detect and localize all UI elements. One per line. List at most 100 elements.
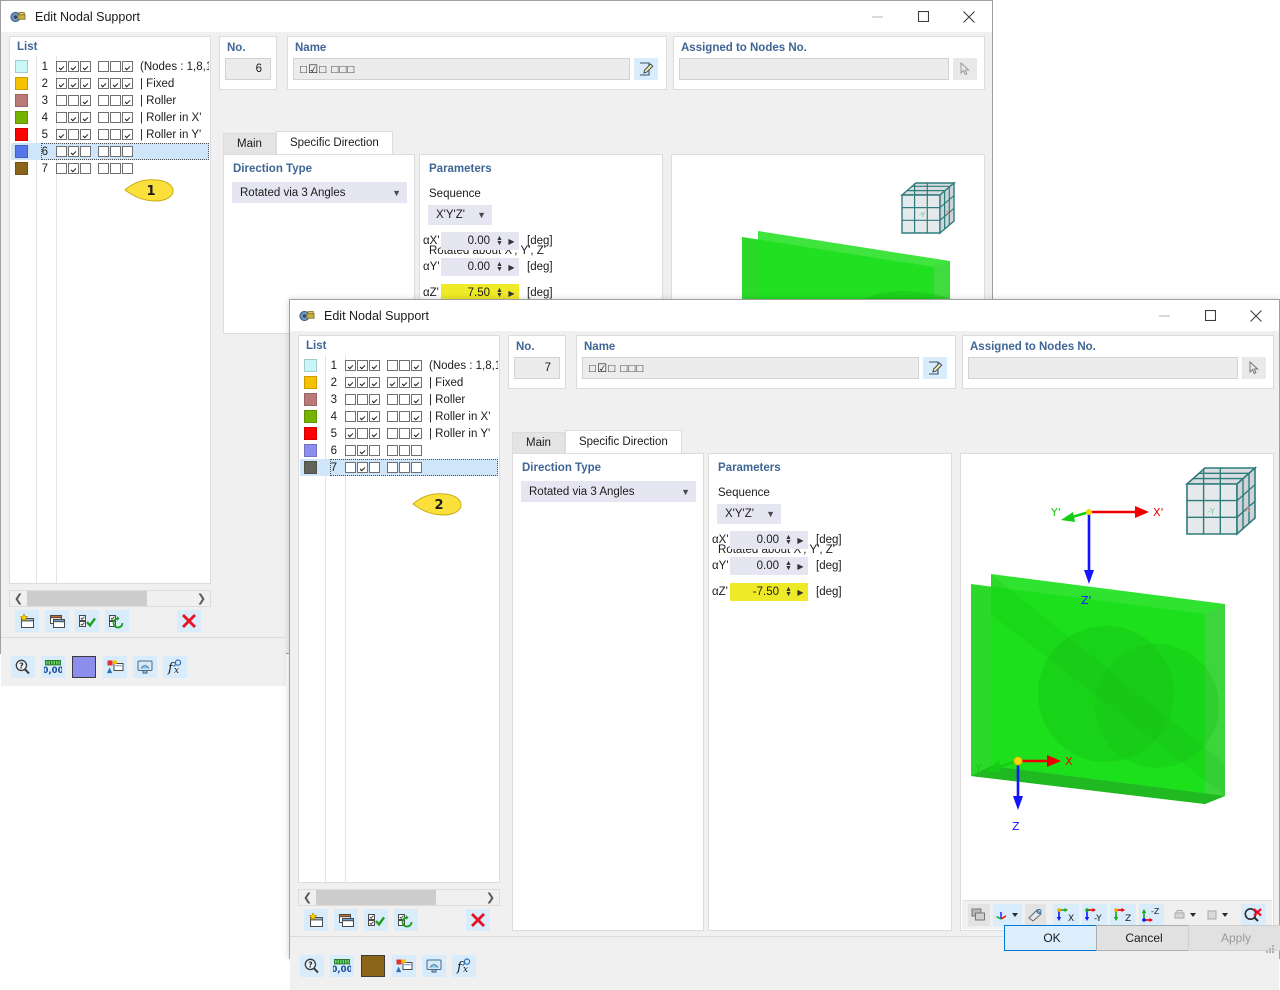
color-swatch-button[interactable]: [360, 954, 386, 978]
sequence-combo-2[interactable]: X'Y'Z' ▼: [717, 504, 781, 524]
checkbox-0[interactable]: [56, 129, 67, 140]
print-dropdown-button[interactable]: [1171, 904, 1200, 926]
tab-specific-direction-2[interactable]: Specific Direction: [564, 430, 682, 453]
checkbox-1[interactable]: [357, 394, 368, 405]
minimize-icon[interactable]: [854, 1, 900, 32]
angle-input[interactable]: 0.00 ▲ ▼ ▶: [730, 557, 808, 575]
checkbox-0[interactable]: [98, 78, 109, 89]
checkbox-2[interactable]: [369, 394, 380, 405]
checkbox-1[interactable]: [399, 394, 410, 405]
copy-support-button[interactable]: [334, 909, 358, 931]
checkbox-1[interactable]: [110, 61, 121, 72]
list-item[interactable]: 3 | Roller: [11, 92, 209, 109]
checkbox-2[interactable]: [411, 360, 422, 371]
new-support-button[interactable]: [304, 909, 328, 931]
maximize-icon[interactable]: [900, 1, 946, 32]
checkbox-1[interactable]: [357, 360, 368, 371]
checkbox-0[interactable]: [56, 78, 67, 89]
checkbox-1[interactable]: [399, 360, 410, 371]
checkbox-0[interactable]: [345, 394, 356, 405]
checkbox-1[interactable]: [68, 78, 79, 89]
display-button[interactable]: [422, 955, 446, 977]
checkbox-2[interactable]: [122, 129, 133, 140]
checkbox-0[interactable]: [98, 129, 109, 140]
checkbox-1[interactable]: [68, 95, 79, 106]
cancel-button[interactable]: Cancel: [1096, 925, 1192, 951]
checkbox-1[interactable]: [110, 78, 121, 89]
view-negative-z-button[interactable]: -Z: [1138, 904, 1164, 926]
list-item[interactable]: 2 | Fixed: [300, 374, 498, 391]
checkbox-2[interactable]: [411, 377, 422, 388]
checkbox-2[interactable]: [411, 428, 422, 439]
checkbox-1[interactable]: [68, 163, 79, 174]
resize-grip[interactable]: [1264, 943, 1276, 955]
checkbox-0[interactable]: [387, 360, 398, 371]
minimize-icon[interactable]: [1141, 300, 1187, 331]
comment-button[interactable]: [392, 955, 416, 977]
checkbox-0[interactable]: [56, 112, 67, 123]
list-hscrollbar-2[interactable]: ❮ ❯: [298, 889, 500, 906]
checkbox-1[interactable]: [110, 112, 121, 123]
checkbox-2[interactable]: [411, 411, 422, 422]
checkbox-0[interactable]: [56, 61, 67, 72]
angle-input[interactable]: 0.00 ▲ ▼ ▶: [730, 531, 808, 549]
checkbox-2[interactable]: [80, 129, 91, 140]
spinner-icon[interactable]: ▲ ▼: [783, 586, 794, 598]
checkbox-0[interactable]: [56, 95, 67, 106]
direction-type-combo-1[interactable]: Rotated via 3 Angles ▼: [232, 182, 407, 203]
sequence-combo-1[interactable]: X'Y'Z' ▼: [428, 205, 492, 225]
view-z-button[interactable]: Z: [1110, 904, 1136, 926]
checkbox-1[interactable]: [399, 377, 410, 388]
checkbox-0[interactable]: [345, 428, 356, 439]
checkbox-2[interactable]: [80, 95, 91, 106]
ok-button[interactable]: OK: [1004, 925, 1100, 951]
help-search-button[interactable]: ?: [11, 656, 35, 678]
direction-type-combo-2[interactable]: Rotated via 3 Angles ▼: [521, 481, 696, 502]
list-item[interactable]: 4 | Roller in X': [11, 109, 209, 126]
checkbox-2[interactable]: [80, 146, 91, 157]
name-input-1[interactable]: □☑□ □□□: [293, 58, 630, 80]
checkbox-2[interactable]: [122, 95, 133, 106]
formula-button[interactable]: fx: [163, 656, 187, 678]
support-list-1[interactable]: List 1 (Nodes : 1,8,11) | F 2 | Fixed 3 | Rol…: [9, 36, 211, 584]
checkbox-1[interactable]: [357, 428, 368, 439]
select-all-button[interactable]: [364, 909, 388, 931]
axes-dropdown-button[interactable]: [992, 904, 1022, 926]
checkbox-0[interactable]: [387, 377, 398, 388]
checkbox-2[interactable]: [122, 112, 133, 123]
tab-specific-direction-1[interactable]: Specific Direction: [275, 131, 393, 154]
invert-selection-button[interactable]: [394, 909, 418, 931]
checkbox-1[interactable]: [110, 95, 121, 106]
list-item[interactable]: 1 (Nodes : 1,8,11) | F: [300, 357, 498, 374]
checkbox-1[interactable]: [357, 445, 368, 456]
checkbox-1[interactable]: [110, 129, 121, 140]
checkbox-1[interactable]: [68, 129, 79, 140]
invert-selection-button[interactable]: [105, 610, 129, 632]
assigned-input-2[interactable]: [968, 357, 1238, 379]
assigned-input-1[interactable]: [679, 58, 949, 80]
support-list-2[interactable]: List 1 (Nodes : 1,8,11) | F 2 | Fixed 3 | Rol…: [298, 335, 500, 883]
checkbox-2[interactable]: [80, 61, 91, 72]
angle-input[interactable]: 0.00 ▲ ▼ ▶: [441, 258, 519, 276]
view-x-button[interactable]: X: [1053, 904, 1079, 926]
checkbox-2[interactable]: [369, 428, 380, 439]
list-item[interactable]: 4 | Roller in X': [300, 408, 498, 425]
reset-zoom-button[interactable]: [1240, 904, 1266, 926]
checkbox-2[interactable]: [80, 112, 91, 123]
scroll-right-icon[interactable]: ❯: [482, 890, 499, 905]
checkbox-2[interactable]: [369, 445, 380, 456]
checkbox-2[interactable]: [80, 78, 91, 89]
more-options-icon[interactable]: ▶: [794, 588, 807, 597]
checkbox-1[interactable]: [399, 428, 410, 439]
checkbox-0[interactable]: [387, 445, 398, 456]
list-hscrollbar-1[interactable]: ❮ ❯: [9, 590, 211, 607]
select-all-button[interactable]: [75, 610, 99, 632]
hscroll-thumb-1[interactable]: [27, 591, 147, 606]
tab-main-2[interactable]: Main: [512, 432, 565, 453]
angle-input[interactable]: 0.00 ▲ ▼ ▶: [441, 232, 519, 250]
checkbox-2[interactable]: [122, 78, 133, 89]
list-item[interactable]: 1 (Nodes : 1,8,11) | F: [11, 58, 209, 75]
comment-button[interactable]: [103, 656, 127, 678]
spinner-icon[interactable]: ▲ ▼: [783, 534, 794, 546]
titlebar-2[interactable]: Edit Nodal Support: [290, 300, 1279, 332]
